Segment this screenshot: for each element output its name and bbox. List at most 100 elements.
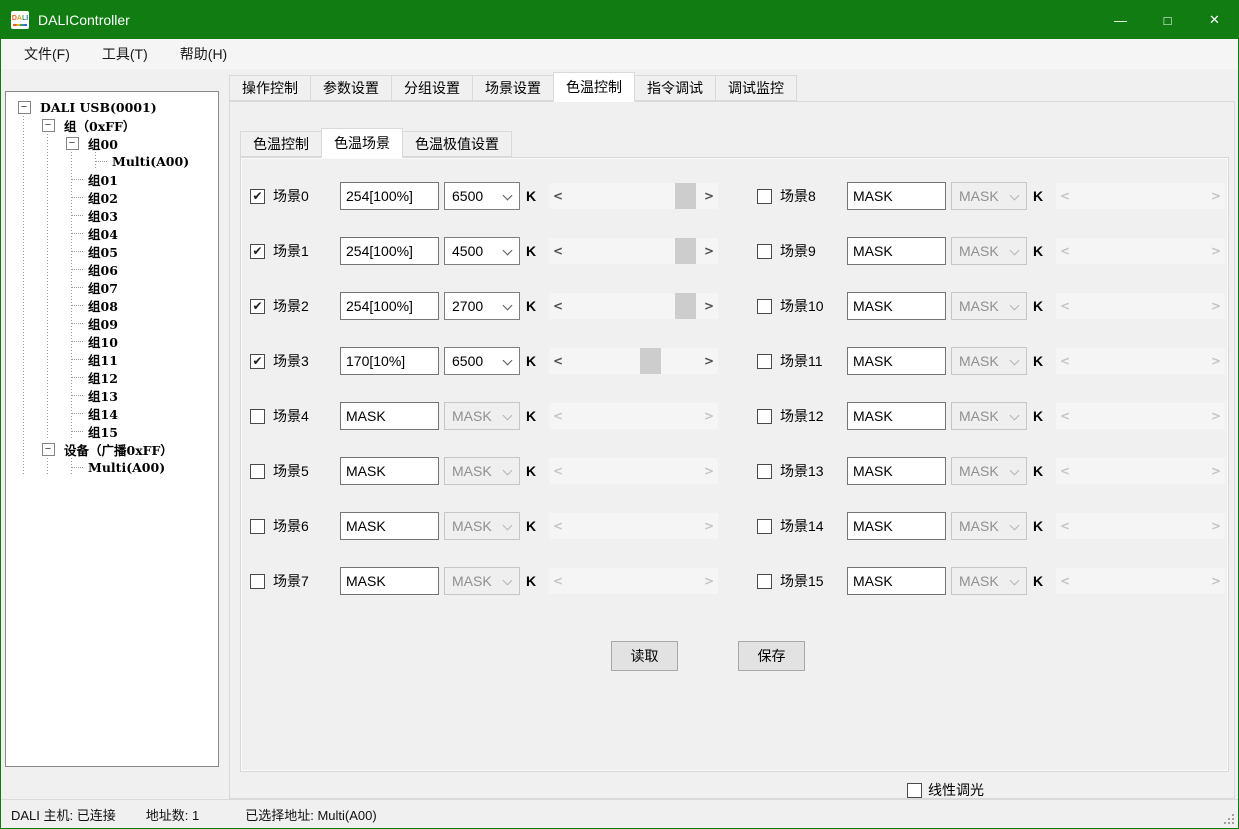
main-tabstrip-tab-5[interactable]: 指令调试 [634,75,716,101]
menu-item-1[interactable]: 工具(T) [89,39,161,69]
tree-node[interactable]: 组13 [12,386,218,404]
menu-item-2[interactable]: 帮助(H) [167,39,240,69]
scrollbar-thumb[interactable] [640,348,661,374]
scene-level-input[interactable] [340,567,439,595]
scene-level-input[interactable] [340,512,439,540]
window-controls: — □ ✕ [1097,1,1238,39]
scroll-left-icon: < [1056,458,1074,484]
sub-tabstrip-tab-1[interactable]: 色温场景 [321,128,403,158]
tree-guide [12,350,36,368]
tree-node[interactable]: −组00 [12,134,218,152]
read-button[interactable]: 读取 [611,641,678,671]
scene-level-input[interactable] [340,292,439,320]
temp-scrollbar[interactable]: <> [549,348,718,374]
tree-node[interactable]: 组09 [12,314,218,332]
scene-level-input[interactable] [340,347,439,375]
temp-scrollbar[interactable]: <> [549,293,718,319]
scene-label: 场景9 [772,241,847,261]
scene-checkbox[interactable]: ✔ [250,354,265,369]
tree-node[interactable]: 组12 [12,368,218,386]
scene-label: 场景14 [772,516,847,536]
scene-level-input[interactable] [847,182,946,210]
menu-item-0[interactable]: 文件(F) [11,39,83,69]
tree-node[interactable]: 组11 [12,350,218,368]
tree-node[interactable]: 组03 [12,206,218,224]
scene-checkbox[interactable]: ✔ [250,189,265,204]
scene-checkbox[interactable] [757,409,772,424]
temp-combo[interactable]: 4500 [444,237,520,265]
scene-level-input[interactable] [847,402,946,430]
tree-node[interactable]: −设备（广播0xFF） [12,440,218,458]
save-button[interactable]: 保存 [738,641,805,671]
temp-combo[interactable]: 6500 [444,347,520,375]
temp-scrollbar[interactable]: <> [549,238,718,264]
scrollbar-thumb[interactable] [675,293,696,319]
scene-checkbox[interactable] [250,519,265,534]
scene-checkbox[interactable] [250,409,265,424]
scrollbar-thumb[interactable] [675,183,696,209]
tree-node[interactable]: 组01 [12,170,218,188]
scene-level-input[interactable] [847,567,946,595]
scene-label: 场景11 [772,351,847,371]
tree-node[interactable]: 组04 [12,224,218,242]
scene-level-input[interactable] [847,292,946,320]
collapse-icon[interactable]: − [42,443,55,456]
scene-checkbox[interactable]: ✔ [250,299,265,314]
tree-guide [12,152,36,170]
sub-tabstrip-tab-0[interactable]: 色温控制 [240,131,322,157]
main-tabstrip-tab-0[interactable]: 操作控制 [229,75,311,101]
scene-level-input[interactable] [847,237,946,265]
scene-checkbox[interactable]: ✔ [250,244,265,259]
scene-level-input[interactable] [340,402,439,430]
scene-level-input[interactable] [847,512,946,540]
main-tabstrip-tab-2[interactable]: 分组设置 [391,75,473,101]
scene-checkbox[interactable] [757,299,772,314]
maximize-button[interactable]: □ [1144,1,1191,39]
tree-node[interactable]: 组07 [12,278,218,296]
tree-node[interactable]: 组05 [12,242,218,260]
main-tabstrip-tab-3[interactable]: 场景设置 [472,75,554,101]
tree-node[interactable]: −DALI USB(0001) [12,98,218,116]
scene-checkbox[interactable] [250,574,265,589]
scene-checkbox[interactable] [757,574,772,589]
collapse-icon[interactable]: − [66,137,79,150]
tree-node[interactable]: Multi(A00) [12,458,218,476]
tree-node[interactable]: 组06 [12,260,218,278]
status-host: DALI 主机: 已连接 [11,805,116,824]
scene-checkbox[interactable] [757,354,772,369]
main-tabstrip-tab-1[interactable]: 参数设置 [310,75,392,101]
scene-checkbox[interactable] [250,464,265,479]
scene-level-input[interactable] [340,182,439,210]
scene-level-input[interactable] [340,237,439,265]
scene-checkbox[interactable] [757,244,772,259]
minimize-icon: — [1114,13,1127,28]
tree-guide [36,332,60,350]
scene-level-input[interactable] [847,347,946,375]
linear-dimming-checkbox[interactable] [907,783,922,798]
tree-node[interactable]: Multi(A00) [12,152,218,170]
tree-node[interactable]: 组14 [12,404,218,422]
main-tabstrip-tab-4[interactable]: 色温控制 [553,72,635,102]
scrollbar-thumb[interactable] [675,238,696,264]
collapse-icon[interactable]: − [18,101,31,114]
temp-scrollbar[interactable]: <> [549,183,718,209]
tree-node[interactable]: 组15 [12,422,218,440]
sub-tabstrip-tab-2[interactable]: 色温极值设置 [402,131,512,157]
tree-node[interactable]: −组（0xFF） [12,116,218,134]
tree-connector [60,296,84,314]
scene-checkbox[interactable] [757,519,772,534]
main-tabstrip-tab-6[interactable]: 调试监控 [715,75,797,101]
tree-node[interactable]: 组02 [12,188,218,206]
tree-node[interactable]: 组10 [12,332,218,350]
resize-grip[interactable] [1224,814,1235,825]
temp-combo[interactable]: 6500 [444,182,520,210]
scene-checkbox[interactable] [757,189,772,204]
close-button[interactable]: ✕ [1191,1,1238,39]
scene-level-input[interactable] [847,457,946,485]
scene-level-input[interactable] [340,457,439,485]
collapse-icon[interactable]: − [42,119,55,132]
temp-combo[interactable]: 2700 [444,292,520,320]
scene-checkbox[interactable] [757,464,772,479]
tree-node[interactable]: 组08 [12,296,218,314]
minimize-button[interactable]: — [1097,1,1144,39]
